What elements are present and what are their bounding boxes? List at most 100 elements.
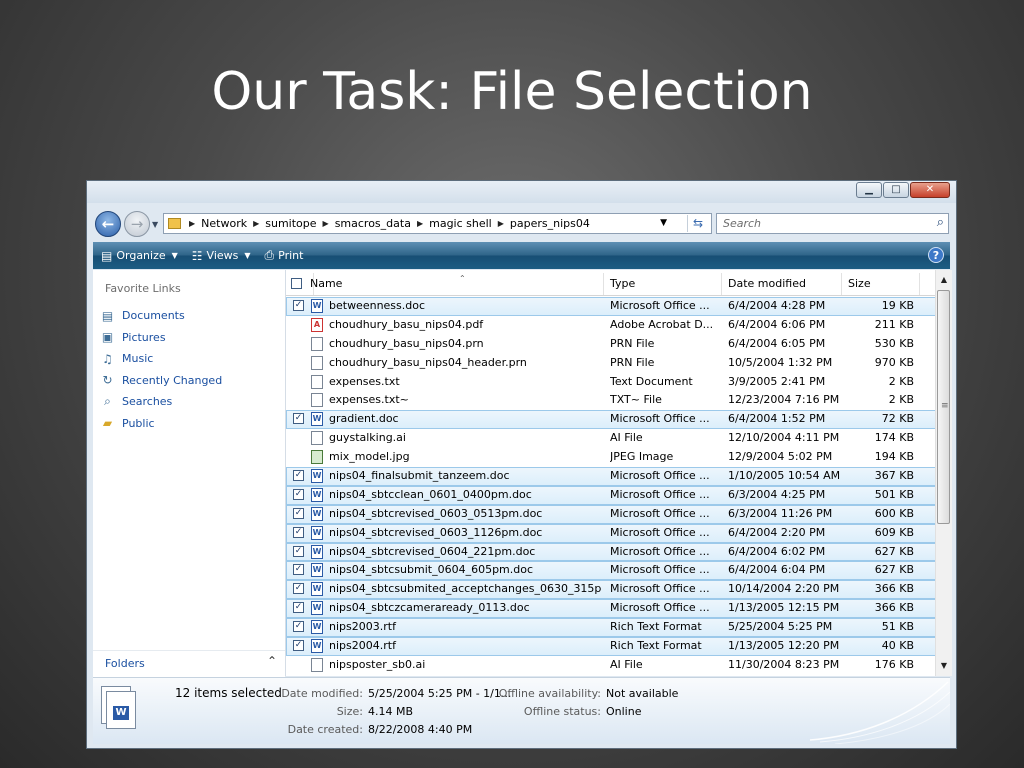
help-button[interactable]: ? xyxy=(928,247,944,263)
command-bar: ▤ Organize ▼ ☷ Views ▼ ⎙ Print ? xyxy=(93,242,950,269)
breadcrumb-separator-icon[interactable]: ▶ xyxy=(189,219,195,228)
file-row[interactable]: ✓ Wnips2004.rtf Rich Text Format 1/13/2005 … xyxy=(286,637,936,656)
favorite-link[interactable]: ▣ Pictures xyxy=(100,327,222,349)
column-date-label: Date modified xyxy=(728,277,806,290)
file-row[interactable]: ✓ Wnips04_sbtcrevised_0603_1126pm.doc Micr… xyxy=(286,523,936,543)
views-button[interactable]: ☷ Views ▼ xyxy=(192,249,251,263)
file-row[interactable]: ✓ Wnips04_sbtcsubmit_0604_605pm.doc Micros… xyxy=(286,561,936,581)
file-name: expenses.txt~ xyxy=(329,393,409,407)
word-document-icon: W xyxy=(311,299,323,313)
file-type: Microsoft Office ... xyxy=(610,412,710,426)
file-row[interactable]: ✓ Wnips04_finalsubmit_tanzeem.doc Microsof… xyxy=(286,467,936,486)
row-checkbox[interactable]: ✓ xyxy=(293,583,304,595)
breadcrumb-separator-icon[interactable]: ▶ xyxy=(253,219,259,228)
file-name: nips04_sbtczcameraready_0113.doc xyxy=(329,601,530,615)
scrollbar-thumb[interactable]: ≡ xyxy=(937,290,950,524)
favorite-link[interactable]: ▤ Documents xyxy=(100,305,222,327)
file-row[interactable]: ✓ Wnips04_sbtczcameraready_0113.doc Micros… xyxy=(286,599,936,619)
file-date-modified: 10/5/2004 1:32 PM xyxy=(728,355,833,369)
row-checkbox[interactable]: ✓ xyxy=(293,507,304,519)
file-row[interactable]: mix_model.jpg JPEG Image 12/9/2004 5:02 PM… xyxy=(286,448,936,467)
file-row[interactable]: ✓ Wgradient.doc Microsoft Office ... 6/4/20… xyxy=(286,410,936,430)
file-row[interactable]: guystalking.ai AI File 12/10/2004 4:11 PM 1… xyxy=(286,429,936,448)
column-size[interactable]: Size xyxy=(842,273,920,295)
file-size: 176 KB xyxy=(874,657,914,671)
file-row[interactable]: ✓ Wnips2003.rtf Rich Text Format 5/25/2004 … xyxy=(286,618,936,638)
file-row[interactable]: nipsposter_sb0.ai AI File 11/30/2004 8:23 … xyxy=(286,656,936,675)
file-date-modified: 12/10/2004 4:11 PM xyxy=(728,431,840,445)
row-checkbox[interactable]: ✓ xyxy=(293,300,304,311)
favorite-link[interactable]: ▰ Public xyxy=(100,413,222,435)
select-all-checkbox[interactable] xyxy=(291,278,302,289)
search-input[interactable]: Search ⌕ xyxy=(716,213,949,234)
folders-toggle[interactable]: Folders ⌃ xyxy=(93,650,285,677)
address-dropdown-icon[interactable]: ▼ xyxy=(660,218,667,228)
file-size: 600 KB xyxy=(874,506,914,520)
favorite-link-label: Recently Changed xyxy=(122,373,223,387)
file-name: expenses.txt xyxy=(329,374,400,388)
search-icon[interactable]: ⌕ xyxy=(937,215,944,230)
close-button[interactable]: ✕ xyxy=(910,182,950,198)
scroll-up-icon[interactable]: ▲ xyxy=(936,272,952,288)
file-rows: ✓ Wbetweenness.doc Microsoft Office ... 6/4… xyxy=(286,297,936,675)
row-checkbox[interactable]: ✓ xyxy=(293,621,304,633)
file-row[interactable]: expenses.txt~ TXT~ File 12/23/2004 7:16 PM… xyxy=(286,391,936,410)
address-bar[interactable]: ▶ Network ▶ sumitope ▶ smacros_data ▶ magic she… xyxy=(163,213,712,234)
file-row[interactable]: ✓ Wnips04_sbtcrevised_0603_0513pm.doc Micr… xyxy=(286,504,936,524)
file-type: AI File xyxy=(610,657,643,671)
forward-button[interactable]: → xyxy=(124,211,150,237)
file-row[interactable]: ✓ Wnips04_sbtcrevised_0604_221pm.doc Micro… xyxy=(286,542,936,562)
breadcrumb-item[interactable]: magic shell xyxy=(429,217,492,230)
row-checkbox[interactable]: ✓ xyxy=(293,640,304,652)
breadcrumb-item[interactable]: smacros_data xyxy=(335,217,411,230)
file-row[interactable]: choudhury_basu_nips04.prn PRN File 6/4/200… xyxy=(286,335,936,354)
word-document-icon: W xyxy=(311,525,323,540)
file-row[interactable]: ✓ Wnips04_sbtcsubmited_acceptchanges_0630… xyxy=(286,580,936,600)
breadcrumb-item[interactable]: Network xyxy=(201,217,247,230)
file-row[interactable]: ✓ Wbetweenness.doc Microsoft Office ... 6/4… xyxy=(286,297,936,316)
row-checkbox[interactable]: ✓ xyxy=(293,470,304,482)
row-checkbox[interactable]: ✓ xyxy=(293,545,304,557)
column-header-row: Name ⌃ Type Date modified Size xyxy=(286,273,936,296)
scroll-down-icon[interactable]: ▼ xyxy=(936,658,952,674)
column-type[interactable]: Type xyxy=(604,273,722,295)
back-button[interactable]: ← xyxy=(95,211,121,237)
column-date-modified[interactable]: Date modified xyxy=(722,273,842,295)
word-document-icon: W xyxy=(311,563,323,578)
organize-button[interactable]: ▤ Organize ▼ xyxy=(101,249,178,263)
file-name: mix_model.jpg xyxy=(329,450,410,464)
word-document-icon: W xyxy=(311,469,323,484)
breadcrumb-item[interactable]: sumitope xyxy=(265,217,316,230)
offline-status-label: Offline status: xyxy=(523,705,601,718)
file-row[interactable]: Achoudhury_basu_nips04.pdf Adobe Acrobat … xyxy=(286,316,936,335)
file-row[interactable]: choudhury_basu_nips04_header.prn PRN File… xyxy=(286,354,936,373)
column-name[interactable]: Name ⌃ xyxy=(304,273,604,295)
breadcrumb-item[interactable]: papers_nips04 xyxy=(510,217,590,230)
row-checkbox[interactable]: ✓ xyxy=(293,526,304,538)
row-checkbox[interactable]: ✓ xyxy=(293,564,304,576)
minimize-button[interactable]: ▁ xyxy=(856,182,882,198)
file-row[interactable]: ✓ Wnips04_sbtcclean_0601_0400pm.doc Micros… xyxy=(286,485,936,505)
word-document-icon: W xyxy=(311,620,323,635)
breadcrumb-separator-icon[interactable]: ▶ xyxy=(498,219,504,228)
print-button[interactable]: ⎙ Print xyxy=(265,248,304,263)
row-checkbox[interactable]: ✓ xyxy=(293,602,304,614)
organize-label: Organize xyxy=(116,249,166,262)
refresh-button[interactable]: ⇆ xyxy=(687,215,708,232)
vertical-scrollbar[interactable]: ▲ ≡ ▼ xyxy=(935,270,952,676)
favorite-link[interactable]: ↻ Recently Changed xyxy=(100,370,222,392)
breadcrumb-separator-icon[interactable]: ▶ xyxy=(323,219,329,228)
close-icon: ✕ xyxy=(925,184,935,195)
breadcrumb-separator-icon[interactable]: ▶ xyxy=(417,219,423,228)
file-size: 72 KB xyxy=(881,412,914,426)
offline-availability-value: Not available xyxy=(606,687,679,700)
row-checkbox[interactable]: ✓ xyxy=(293,413,304,425)
file-name: nips2003.rtf xyxy=(329,620,396,634)
recent-pages-dropdown[interactable]: ▼ xyxy=(152,220,158,229)
favorite-link[interactable]: ♫ Music xyxy=(100,348,222,370)
maximize-button[interactable]: □ xyxy=(883,182,909,198)
row-checkbox[interactable]: ✓ xyxy=(293,488,304,500)
file-row[interactable]: expenses.txt Text Document 3/9/2005 2:41 P… xyxy=(286,373,936,392)
favorite-link[interactable]: ⌕ Searches xyxy=(100,391,222,413)
file-date-modified: 6/3/2004 4:25 PM xyxy=(728,487,826,501)
